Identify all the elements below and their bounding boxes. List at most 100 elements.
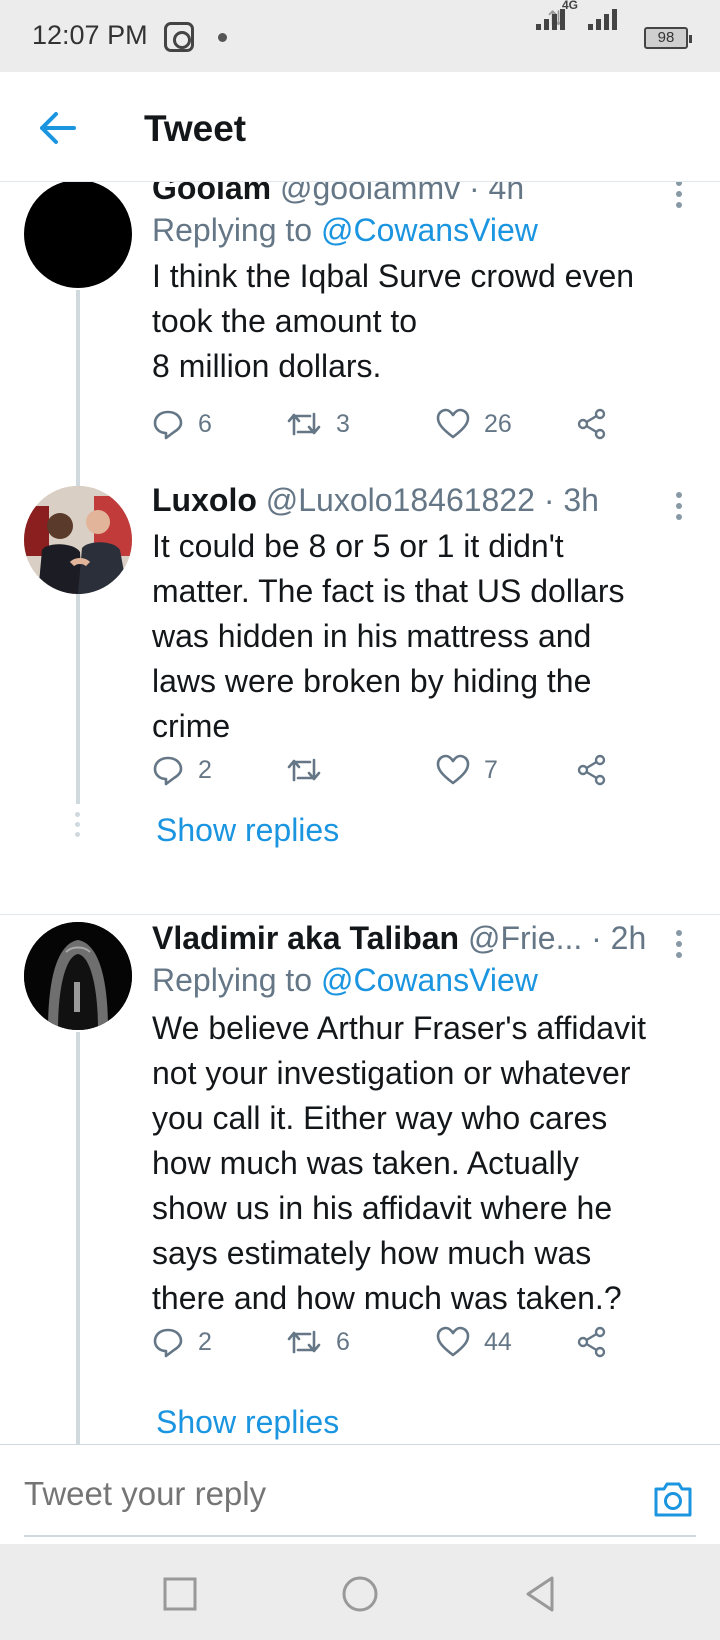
avatar[interactable] — [24, 486, 132, 594]
tweet-text-line: there and how much was taken.? — [152, 1280, 622, 1316]
tweet-text-line: 8 million dollars. — [152, 348, 382, 384]
tweet-text: I think the Iqbal Surve crowd even took … — [152, 254, 692, 389]
tweet-text-line: show us in his affidavit where he — [152, 1190, 613, 1226]
home-icon[interactable] — [340, 1574, 380, 1614]
reply-count: 2 — [198, 1327, 212, 1356]
retweet-button[interactable]: 6 — [286, 1322, 350, 1362]
tweet-text-line: We believe Arthur Fraser's affidavit — [152, 1010, 647, 1046]
tweet-actions: 2 6 44 — [152, 1322, 632, 1362]
more-options-icon[interactable] — [676, 182, 682, 213]
retweet-button[interactable]: 3 — [286, 404, 350, 444]
retweet-button[interactable] — [286, 750, 336, 790]
thread-line — [76, 594, 80, 804]
system-nav-bar — [0, 1544, 720, 1640]
mention-link[interactable]: @CowansView — [321, 962, 538, 998]
battery-icon: 98 — [644, 27, 692, 49]
replying-to-label: Replying to — [152, 962, 313, 998]
top-app-bar: Tweet — [0, 72, 720, 182]
tweet-header: Luxolo @Luxolo18461822 · 3h — [152, 482, 660, 519]
tweet-text-line: It could be 8 or 5 or 1 it didn't — [152, 528, 564, 564]
recent-apps-icon[interactable] — [160, 1574, 200, 1614]
tweet-time: · 3h — [543, 482, 599, 518]
tweet-text-line: matter. The fact is that US dollars — [152, 573, 625, 609]
avatar[interactable] — [24, 922, 132, 1030]
reply-icon — [153, 756, 183, 786]
user-handle[interactable]: @goolammv — [280, 182, 460, 206]
tweet-header: Goolam @goolammv · 4h — [152, 182, 660, 207]
page-title: Tweet — [144, 108, 247, 149]
retweet-count: 6 — [336, 1327, 350, 1356]
signal-icon-2 — [588, 8, 640, 30]
tweet-text-line: not your investigation or whatever — [152, 1055, 631, 1091]
tweet-time: · 2h — [591, 920, 647, 956]
retweet-count: 3 — [336, 409, 350, 438]
like-count: 7 — [484, 755, 498, 784]
reply-icon — [153, 410, 183, 440]
back-arrow-icon[interactable] — [36, 108, 80, 148]
notification-dot-icon — [218, 33, 227, 42]
display-name[interactable]: Luxolo — [152, 482, 257, 518]
share-icon — [577, 408, 606, 440]
share-button[interactable] — [576, 1322, 608, 1362]
replying-to: Replying to @CowansView — [152, 212, 538, 249]
share-button[interactable] — [576, 750, 608, 790]
tweet-vladimir[interactable]: Vladimir aka Taliban @Frie... · 2h Reply… — [0, 908, 720, 1444]
user-handle[interactable]: @Frie... — [468, 920, 582, 956]
user-handle[interactable]: @Luxolo18461822 — [266, 482, 535, 518]
avatar[interactable] — [24, 182, 132, 288]
tweet-goolam[interactable]: Goolam @goolammv · 4h Replying to @Cowan… — [0, 182, 720, 490]
tweet-text: We believe Arthur Fraser's affidavit not… — [152, 1006, 692, 1321]
display-name[interactable]: Vladimir aka Taliban — [152, 920, 459, 956]
more-options-icon[interactable] — [676, 930, 682, 963]
reply-button[interactable]: 2 — [152, 750, 212, 790]
share-icon — [577, 754, 606, 786]
like-count: 44 — [484, 1327, 512, 1356]
show-replies-link[interactable]: Show replies — [156, 1404, 339, 1441]
retweet-icon — [287, 412, 321, 436]
heart-icon — [436, 1326, 470, 1357]
tweet-text-line: was hidden in his mattress and — [152, 618, 592, 654]
heart-icon — [436, 754, 470, 785]
share-button[interactable] — [576, 404, 608, 444]
replying-to-label: Replying to — [152, 212, 313, 248]
status-time: 12:07 PM — [32, 20, 148, 50]
tweet-text-line: I think the Iqbal Surve crowd even — [152, 258, 635, 294]
tweet-text-line: you call it. Either way who cares — [152, 1100, 608, 1136]
app-notification-icon — [164, 22, 194, 52]
mention-link[interactable]: @CowansView — [321, 212, 538, 248]
tweet-text-line: says estimately how much was — [152, 1235, 592, 1271]
like-button[interactable]: 44 — [436, 1322, 512, 1362]
thread-line — [76, 290, 80, 490]
reply-input[interactable] — [24, 1475, 624, 1513]
thread-line — [76, 1032, 80, 1444]
reply-button[interactable]: 2 — [152, 1322, 212, 1362]
tweet-text-line: how much was taken. Actually — [152, 1145, 579, 1181]
reply-button[interactable]: 6 — [152, 404, 212, 444]
share-icon — [577, 1326, 606, 1358]
heart-icon — [436, 408, 470, 439]
thread-dots — [75, 812, 81, 842]
tweet-luxolo[interactable]: Luxolo @Luxolo18461822 · 3h It could be … — [0, 482, 720, 902]
reply-composer — [0, 1444, 720, 1544]
status-bar: 12:07 PM ⇅ 4G 98 — [0, 0, 720, 72]
input-underline — [24, 1535, 696, 1537]
retweet-icon — [287, 758, 321, 782]
signal-icon — [536, 8, 588, 30]
reply-thread[interactable]: Goolam @goolammv · 4h Replying to @Cowan… — [0, 182, 720, 1444]
back-nav-icon[interactable] — [520, 1574, 560, 1614]
display-name[interactable]: Goolam — [152, 182, 271, 206]
camera-icon[interactable] — [652, 1479, 694, 1519]
more-options-icon[interactable] — [676, 492, 682, 525]
tweet-time: · 4h — [469, 182, 525, 206]
like-count: 26 — [484, 409, 512, 438]
like-button[interactable]: 26 — [436, 404, 512, 444]
show-replies-link[interactable]: Show replies — [156, 812, 339, 849]
tweet-actions: 6 3 26 — [152, 404, 632, 444]
tweet-text: It could be 8 or 5 or 1 it didn't matter… — [152, 524, 692, 749]
replying-to: Replying to @CowansView — [152, 962, 538, 999]
tweet-text-line: crime — [152, 708, 231, 744]
reply-count: 6 — [198, 409, 212, 438]
like-button[interactable]: 7 — [436, 750, 498, 790]
reply-icon — [153, 1328, 183, 1358]
tweet-actions: 2 7 — [152, 750, 632, 790]
